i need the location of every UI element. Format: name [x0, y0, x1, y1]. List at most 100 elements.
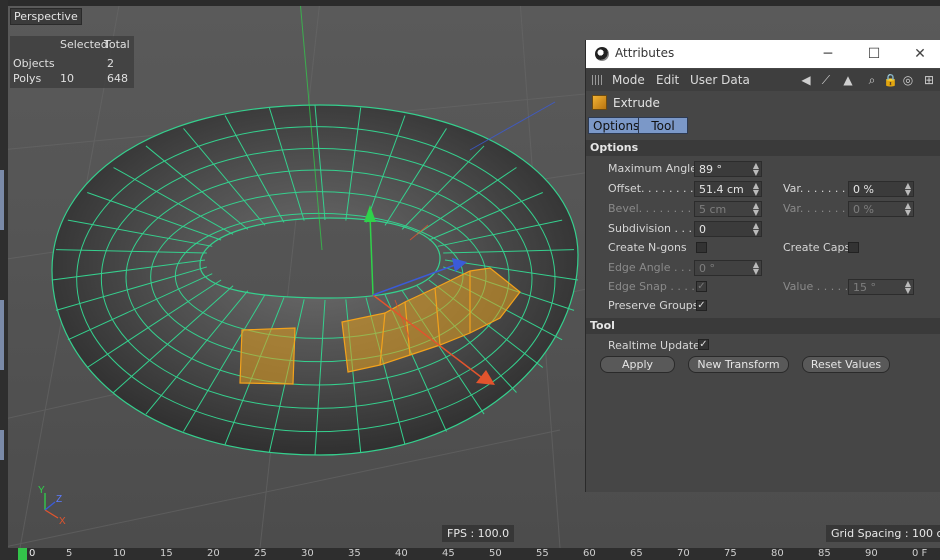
back-arrow-icon[interactable]: ◀	[799, 72, 813, 88]
timeline-tick: 80	[771, 548, 784, 559]
attributes-menubar: Mode Edit User Data ◀ ⟋ ▲ ⌕ 🔒 ◎ ⊞	[586, 69, 940, 91]
apply-button[interactable]: Apply	[600, 356, 675, 373]
spinner-icon: ▲ ▼	[752, 260, 759, 276]
create-caps-checkbox[interactable]	[848, 242, 859, 253]
grip-icon[interactable]	[592, 75, 602, 85]
realtime-update-label: Realtime Update	[608, 339, 700, 352]
current-frame-marker[interactable]	[18, 548, 27, 560]
offset-var-value: 0 %	[853, 183, 874, 196]
section-options-header[interactable]: Options	[586, 140, 940, 156]
offset-field[interactable]: 51.4 cm ▲ ▼	[694, 181, 762, 197]
bevel-var-value: 0 %	[853, 203, 874, 216]
bevel-value: 5 cm	[699, 203, 727, 216]
axis-label-y: Y	[38, 485, 45, 496]
max-angle-value: 89 °	[699, 163, 722, 176]
realtime-update-checkbox[interactable]: ✓	[698, 339, 709, 350]
forward-icon[interactable]: ▲	[841, 72, 855, 88]
bevel-label: Bevel. . . . . . . . .	[608, 202, 699, 215]
max-angle-label: Maximum Angle	[608, 162, 697, 175]
view-name-label[interactable]: Perspective	[10, 8, 82, 25]
offset-label: Offset. . . . . . . . .	[608, 182, 701, 195]
attributes-panel[interactable]: Attributes ─ ☐ ✕ Mode Edit User Data ◀ ⟋…	[585, 40, 940, 492]
timeline-tick: 85	[818, 548, 831, 559]
selection-hud: Selected Total Objects 2 Polys 10 648	[10, 36, 134, 88]
timeline-tick: 45	[442, 548, 455, 559]
hud-row-selected: 10	[60, 72, 74, 85]
timeline-tick: 5	[66, 548, 73, 559]
timeline-ruler[interactable]: 0 5 10 15 20 25 30 35 40 45 50 55 60 65 70 75 80 85 90 0 F	[0, 548, 940, 560]
timeline-tick: 65	[630, 548, 643, 559]
preserve-groups-label: Preserve Groups	[608, 299, 699, 312]
timeline-tick: 90	[865, 548, 878, 559]
close-button[interactable]: ✕	[905, 43, 935, 65]
menu-edit[interactable]: Edit	[656, 73, 679, 87]
subdivision-value: 0	[699, 223, 706, 236]
new-panel-icon[interactable]: ⊞	[922, 72, 936, 88]
edge-angle-value: 0 °	[699, 262, 715, 275]
preserve-groups-checkbox[interactable]: ✓	[696, 300, 707, 311]
tool-header: Extrude	[586, 92, 940, 114]
hud-row-label: Polys	[13, 72, 42, 85]
axis-label-z: Z	[56, 494, 62, 505]
offset-var-label: Var. . . . . . . .	[783, 182, 853, 195]
timeline-tick: 0 F	[912, 548, 928, 559]
spinner-icon[interactable]: ▲ ▼	[753, 182, 759, 197]
subdivision-field[interactable]: 0 ▲ ▼	[694, 221, 762, 237]
minimize-button[interactable]: ─	[813, 43, 843, 65]
section-tool-header[interactable]: Tool	[586, 318, 940, 334]
subdivision-label: Subdivision . . . .	[608, 222, 700, 235]
timeline-tick: 25	[254, 548, 267, 559]
window-title: Attributes	[615, 46, 675, 60]
menu-mode[interactable]: Mode	[612, 73, 645, 87]
app-logo-icon	[595, 47, 609, 61]
extrude-icon	[592, 95, 607, 110]
reset-values-button[interactable]: Reset Values	[802, 356, 890, 373]
timeline-tick: 20	[207, 548, 220, 559]
attributes-titlebar[interactable]: Attributes ─ ☐ ✕	[586, 40, 940, 68]
spinner-icon[interactable]: ▲ ▼	[753, 222, 759, 237]
timeline-tick: 35	[348, 548, 361, 559]
timeline-tick: 70	[677, 548, 690, 559]
search-icon[interactable]: ⌕	[865, 72, 879, 88]
timeline-current-frame: 0	[29, 548, 36, 559]
spinner-icon[interactable]: ▲ ▼	[905, 182, 911, 197]
tool-name: Extrude	[613, 96, 660, 110]
timeline-tick: 75	[724, 548, 737, 559]
create-ngons-checkbox[interactable]	[696, 242, 707, 253]
bevel-var-label: Var. . . . . . . .	[783, 202, 853, 215]
left-toolbar-strip[interactable]	[0, 0, 8, 548]
edge-snap-value-field: 15 ° ▲ ▼	[848, 279, 914, 295]
viewport-top-strip	[0, 0, 940, 6]
timeline-tick: 60	[583, 548, 596, 559]
edge-angle-field: 0 ° ▲ ▼	[694, 260, 762, 276]
lock-icon[interactable]: 🔒	[883, 72, 898, 88]
hud-row-total: 648	[107, 72, 128, 85]
timeline-tick: 10	[113, 548, 126, 559]
left-strip-tab[interactable]	[0, 300, 4, 370]
bevel-field: 5 cm ▲ ▼	[694, 201, 762, 217]
menu-user-data[interactable]: User Data	[690, 73, 750, 87]
timeline-tick: 55	[536, 548, 549, 559]
target-icon[interactable]: ◎	[901, 72, 915, 88]
hud-col-total: Total	[104, 38, 130, 51]
fps-readout: FPS : 100.0	[442, 525, 515, 542]
create-ngons-label: Create N-gons	[608, 241, 687, 254]
new-transform-button[interactable]: New Transform	[688, 356, 789, 373]
bevel-var-field: 0 % ▲ ▼	[848, 201, 914, 217]
up-arrow-icon[interactable]: ⟋	[819, 72, 833, 88]
spinner-icon[interactable]: ▲ ▼	[753, 162, 759, 177]
edge-snap-label: Edge Snap . . . . .	[608, 280, 702, 293]
timeline-tick: 50	[489, 548, 502, 559]
hud-col-selected: Selected	[60, 38, 108, 51]
tab-options[interactable]: Options	[588, 117, 645, 134]
max-angle-field[interactable]: 89 ° ▲ ▼	[694, 161, 762, 177]
offset-var-field[interactable]: 0 % ▲ ▼	[848, 181, 914, 197]
timeline-tick: 40	[395, 548, 408, 559]
tab-tool[interactable]: Tool	[638, 117, 688, 134]
maximize-button[interactable]: ☐	[859, 43, 889, 65]
edge-snap-value: 15 °	[853, 281, 876, 294]
left-strip-tab[interactable]	[0, 430, 4, 460]
edge-angle-label: Edge Angle . . . .	[608, 261, 699, 274]
spinner-icon: ▲ ▼	[904, 279, 911, 295]
left-strip-tab[interactable]	[0, 170, 4, 230]
